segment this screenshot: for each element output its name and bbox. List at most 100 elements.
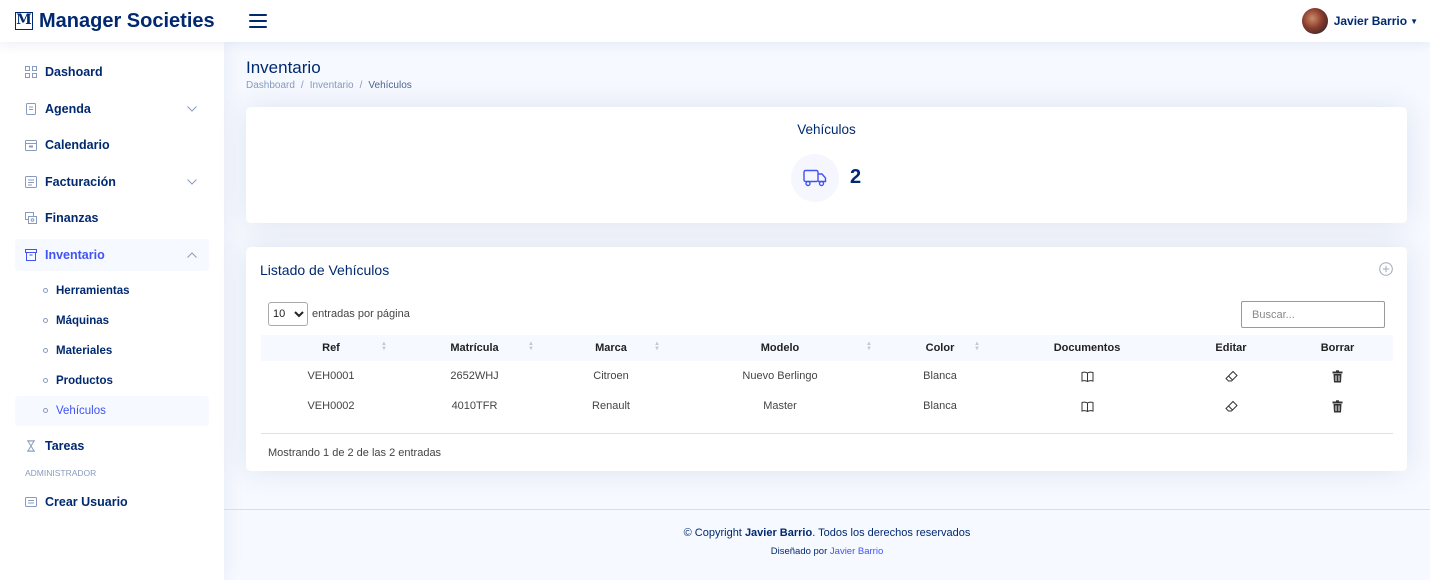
breadcrumb: Dashboard / Inventario / Vehículos xyxy=(246,80,412,91)
footer-divider xyxy=(224,509,1430,510)
truck-icon xyxy=(791,154,839,202)
top-header: M Manager Societies Javier Barrio ▼ xyxy=(0,0,1430,42)
sidebar-item-label: Agenda xyxy=(45,101,91,116)
column-header-marca[interactable]: Marca ▲ ▼ xyxy=(548,335,674,361)
sidebar-item-dashboard[interactable]: Dashoard xyxy=(15,56,209,88)
cell-color: Blanca xyxy=(923,370,957,382)
column-header-borrar: Borrar xyxy=(1320,342,1355,354)
card-list-icon xyxy=(25,496,37,507)
archive-icon xyxy=(25,248,37,261)
sidebar-item-label: Finanzas xyxy=(45,211,99,226)
credits-prefix: Diseñado por xyxy=(770,546,828,557)
sidebar-item-calendario[interactable]: Calendario xyxy=(15,129,209,161)
column-header-documentos: Documentos xyxy=(1053,342,1121,354)
footer-credits: Diseñado por Javier Barrio xyxy=(224,546,1430,557)
menu-toggle-icon[interactable] xyxy=(249,14,267,28)
chevron-down-icon xyxy=(187,178,197,185)
sidebar-subitem-maquinas[interactable]: Máquinas xyxy=(15,306,209,336)
sidebar-item-inventario[interactable]: Inventario xyxy=(15,238,209,271)
vehicles-table: Ref ▲ ▼ Matrícula ▲ ▼ Marca ▲ ▼ Modelo ▲ ▼ Color… xyxy=(261,335,1393,421)
sidebar-item-label: Crear Usuario xyxy=(45,494,128,509)
sort-icon: ▲ ▼ xyxy=(654,341,660,352)
sidebar-subitem-label: Herramientas xyxy=(56,284,130,297)
sidebar-subitem-label: Vehículos xyxy=(56,404,106,417)
column-header-modelo[interactable]: Modelo ▲ ▼ xyxy=(674,335,886,361)
column-header-editar: Editar xyxy=(1215,342,1247,354)
breadcrumb-current: Vehículos xyxy=(368,80,412,91)
vehicles-stat-card: Vehículos 2 xyxy=(246,107,1407,223)
cell-matricula: 2652WHJ xyxy=(450,370,499,382)
sidebar-item-agenda[interactable]: Agenda xyxy=(15,93,209,125)
logo[interactable]: M Manager Societies xyxy=(15,10,225,33)
cell-marca: Citroen xyxy=(593,370,629,382)
sidebar-subitem-label: Materiales xyxy=(56,344,113,357)
profile-dropdown[interactable]: Javier Barrio ▼ xyxy=(1301,8,1418,34)
sidebar-subitem-herramientas[interactable]: Herramientas xyxy=(15,276,209,306)
circle-icon xyxy=(43,288,48,294)
sort-icon: ▲ ▼ xyxy=(974,341,980,352)
sort-icon: ▲ ▼ xyxy=(381,341,387,352)
cell-editar xyxy=(1180,391,1282,421)
copyright-prefix: © Copyright xyxy=(683,527,742,539)
copyright-name: Javier Barrio xyxy=(744,527,813,539)
sidebar-subitem-vehiculos[interactable]: Vehículos xyxy=(15,395,209,426)
vehicles-list-card: Listado de Vehículos 10 entradas por pág… xyxy=(246,247,1407,471)
avatar xyxy=(1301,8,1328,34)
logo-text: Manager Societies xyxy=(39,9,215,32)
cell-borrar xyxy=(1282,361,1393,391)
table-row: VEH0002 4010TFR Renault Master Blanca xyxy=(261,391,1393,421)
sidebar-item-finanzas[interactable]: Finanzas xyxy=(15,202,209,234)
entries-per-page-select[interactable]: 10 xyxy=(268,302,308,326)
search-input[interactable] xyxy=(1241,301,1385,328)
sidebar-subitem-label: Productos xyxy=(56,374,113,387)
column-header-matricula[interactable]: Matrícula ▲ ▼ xyxy=(401,335,548,361)
entries-per-page-label: entradas por página xyxy=(312,308,410,320)
chevron-down-icon xyxy=(187,105,197,112)
column-header-color[interactable]: Color ▲ ▼ xyxy=(886,335,994,361)
book-icon[interactable] xyxy=(1081,400,1094,413)
add-circle-icon[interactable] xyxy=(1379,262,1393,276)
sidebar-item-crear-usuario[interactable]: Crear Usuario xyxy=(15,486,209,518)
sidebar-subitem-label: Máquinas xyxy=(56,314,110,327)
sidebar-item-label: Tareas xyxy=(45,438,85,453)
column-header-ref[interactable]: Ref ▲ ▼ xyxy=(261,335,401,361)
breadcrumb-dashboard[interactable]: Dashboard xyxy=(246,80,295,91)
eraser-icon[interactable] xyxy=(1224,370,1238,383)
entries-per-page: 10 entradas por página xyxy=(268,302,410,326)
trash-icon[interactable] xyxy=(1331,399,1344,413)
sidebar-item-label: Dashoard xyxy=(45,65,103,79)
credits-link[interactable]: Javier Barrio xyxy=(830,546,883,557)
cell-ref: VEH0001 xyxy=(307,370,355,382)
hourglass-icon xyxy=(27,439,35,452)
sidebar-subitem-productos[interactable]: Productos xyxy=(15,366,209,396)
profile-name: Javier Barrio xyxy=(1333,14,1408,28)
footer-copyright: © Copyright Javier Barrio. Todos los der… xyxy=(224,527,1430,539)
eraser-icon[interactable] xyxy=(1224,400,1238,413)
cash-icon xyxy=(25,212,37,225)
journal-icon xyxy=(26,102,36,115)
cell-ref: VEH0002 xyxy=(307,400,355,412)
sidebar-item-facturacion[interactable]: Facturación xyxy=(15,166,209,198)
cell-editar xyxy=(1180,361,1282,391)
breadcrumb-separator: / xyxy=(300,80,304,91)
sidebar-item-tareas[interactable]: Tareas xyxy=(15,430,209,462)
breadcrumb-inventario[interactable]: Inventario xyxy=(310,80,354,91)
circle-icon xyxy=(43,408,48,414)
sort-icon: ▲ ▼ xyxy=(866,341,872,352)
sidebar-subitem-materiales[interactable]: Materiales xyxy=(15,336,209,366)
calendar-icon xyxy=(25,140,37,152)
cell-modelo: Nuevo Berlingo xyxy=(742,370,818,382)
chevron-up-icon xyxy=(187,252,197,258)
sidebar: Dashoard Agenda Calendario Facturación F… xyxy=(0,42,224,580)
circle-icon xyxy=(43,318,48,324)
book-icon[interactable] xyxy=(1081,370,1094,383)
table-header-row: Ref ▲ ▼ Matrícula ▲ ▼ Marca ▲ ▼ Modelo ▲ ▼ Color… xyxy=(261,335,1393,361)
circle-icon xyxy=(43,378,48,384)
grid-icon xyxy=(25,66,37,78)
trash-icon[interactable] xyxy=(1331,369,1344,383)
sidebar-item-label: Calendario xyxy=(45,138,110,153)
layout-text-icon xyxy=(25,175,37,188)
stat-value: 2 xyxy=(850,166,862,188)
cell-matricula: 4010TFR xyxy=(451,400,498,412)
table-row: VEH0001 2652WHJ Citroen Nuevo Berlingo B… xyxy=(261,361,1393,391)
